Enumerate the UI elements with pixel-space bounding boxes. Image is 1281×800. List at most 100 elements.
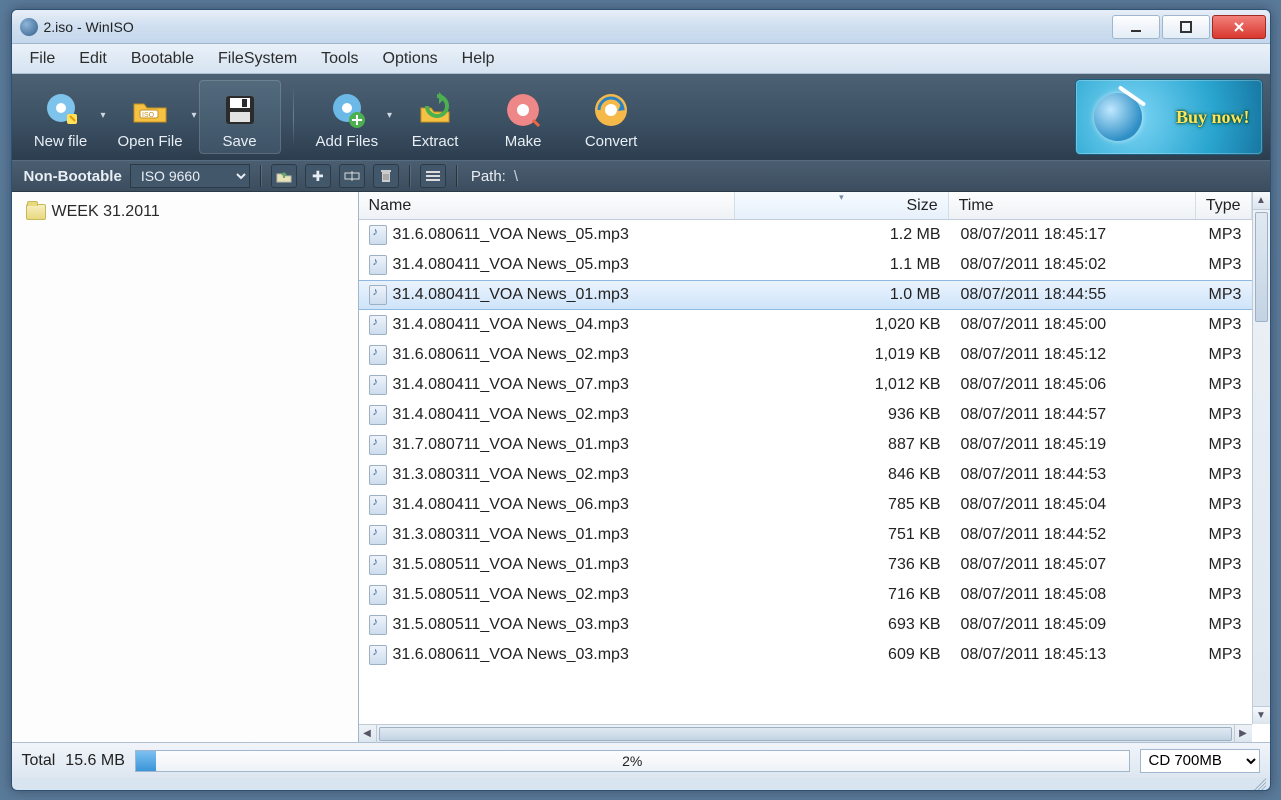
folder-tree[interactable]: WEEK 31.2011	[12, 192, 359, 742]
file-time: 08/07/2011 18:45:13	[951, 646, 1199, 664]
progress-text: 2%	[136, 751, 1129, 771]
dropdown-icon[interactable]: ▾	[100, 110, 105, 121]
file-size: 846 KB	[737, 466, 951, 484]
col-header-type[interactable]: Type	[1196, 192, 1252, 219]
total-value: 15.6 MB	[65, 752, 125, 770]
scroll-left-icon[interactable]: ◀	[359, 725, 377, 743]
table-row[interactable]: 31.4.080411_VOA News_06.mp3785 KB08/07/2…	[359, 490, 1252, 520]
scroll-up-icon[interactable]: ▲	[1253, 192, 1270, 210]
table-row[interactable]: 31.3.080311_VOA News_01.mp3751 KB08/07/2…	[359, 520, 1252, 550]
col-header-time[interactable]: Time	[949, 192, 1196, 219]
medium-select[interactable]: CD 700MB	[1140, 749, 1260, 773]
buy-now-button[interactable]: Buy now!	[1076, 80, 1262, 154]
scroll-thumb[interactable]	[1255, 212, 1268, 322]
extract-label: Extract	[412, 133, 459, 150]
table-row[interactable]: 31.3.080311_VOA News_02.mp3846 KB08/07/2…	[359, 460, 1252, 490]
statusbar: Total 15.6 MB 2% CD 700MB	[12, 742, 1270, 778]
view-mode-button[interactable]	[420, 164, 446, 188]
rename-button[interactable]	[339, 164, 365, 188]
table-row[interactable]: 31.5.080511_VOA News_01.mp3736 KB08/07/2…	[359, 550, 1252, 580]
titlebar[interactable]: 2.iso - WinISO	[12, 10, 1270, 44]
table-row[interactable]: 31.6.080611_VOA News_02.mp31,019 KB08/07…	[359, 340, 1252, 370]
file-size: 1,020 KB	[737, 316, 951, 334]
file-type: MP3	[1199, 466, 1252, 484]
save-button[interactable]: Save	[199, 80, 281, 154]
new-file-button[interactable]: New file ▾	[20, 80, 102, 154]
sort-desc-icon: ▾	[839, 192, 844, 203]
col-header-size[interactable]: ▾ Size	[735, 192, 948, 219]
add-button[interactable]: ✚	[305, 164, 331, 188]
mp3-icon	[369, 255, 387, 275]
minimize-button[interactable]	[1112, 15, 1160, 39]
file-time: 08/07/2011 18:45:17	[951, 226, 1199, 244]
menu-tools[interactable]: Tools	[309, 46, 370, 72]
file-size: 1.0 MB	[737, 286, 951, 304]
tree-root-item[interactable]: WEEK 31.2011	[22, 200, 348, 224]
scroll-right-icon[interactable]: ▶	[1234, 725, 1252, 743]
file-type: MP3	[1199, 226, 1252, 244]
file-type: MP3	[1199, 526, 1252, 544]
table-row[interactable]: 31.7.080711_VOA News_01.mp3887 KB08/07/2…	[359, 430, 1252, 460]
file-type: MP3	[1199, 256, 1252, 274]
extract-button[interactable]: Extract	[394, 80, 476, 154]
menu-file[interactable]: File	[18, 46, 68, 72]
dropdown-icon[interactable]: ▾	[387, 110, 392, 121]
delete-button[interactable]	[373, 164, 399, 188]
divider	[409, 165, 410, 187]
mp3-icon	[369, 405, 387, 425]
file-name: 31.4.080411_VOA News_02.mp3	[393, 406, 629, 424]
add-files-button[interactable]: Add Files ▾	[306, 80, 389, 154]
file-name: 31.5.080511_VOA News_03.mp3	[393, 616, 629, 634]
file-size: 1.1 MB	[737, 256, 951, 274]
convert-button[interactable]: Convert	[570, 80, 652, 154]
table-row[interactable]: 31.6.080611_VOA News_03.mp3609 KB08/07/2…	[359, 640, 1252, 670]
col-header-name[interactable]: Name	[359, 192, 736, 219]
mp3-icon	[369, 615, 387, 635]
mp3-icon	[369, 525, 387, 545]
maximize-button[interactable]	[1162, 15, 1210, 39]
file-time: 08/07/2011 18:44:55	[951, 286, 1199, 304]
file-name: 31.6.080611_VOA News_03.mp3	[393, 646, 629, 664]
menu-filesystem[interactable]: FileSystem	[206, 46, 309, 72]
close-button[interactable]	[1212, 15, 1266, 39]
table-row[interactable]: 31.4.080411_VOA News_01.mp31.0 MB08/07/2…	[359, 280, 1252, 310]
resize-grip[interactable]	[12, 778, 1270, 790]
mp3-icon	[369, 555, 387, 575]
open-file-button[interactable]: ISO Open File ▾	[108, 80, 193, 154]
table-row[interactable]: 31.4.080411_VOA News_07.mp31,012 KB08/07…	[359, 370, 1252, 400]
mp3-icon	[369, 495, 387, 515]
make-button[interactable]: Make	[482, 80, 564, 154]
table-row[interactable]: 31.5.080511_VOA News_02.mp3716 KB08/07/2…	[359, 580, 1252, 610]
file-size: 936 KB	[737, 406, 951, 424]
new-file-icon	[40, 89, 82, 131]
table-row[interactable]: 31.4.080411_VOA News_02.mp3936 KB08/07/2…	[359, 400, 1252, 430]
table-row[interactable]: 31.5.080511_VOA News_03.mp3693 KB08/07/2…	[359, 610, 1252, 640]
window-controls	[1112, 15, 1266, 39]
table-row[interactable]: 31.6.080611_VOA News_05.mp31.2 MB08/07/2…	[359, 220, 1252, 250]
menu-options[interactable]: Options	[371, 46, 450, 72]
table-row[interactable]: 31.4.080411_VOA News_05.mp31.1 MB08/07/2…	[359, 250, 1252, 280]
column-headers: Name ▾ Size Time Type	[359, 192, 1270, 220]
menu-bootable[interactable]: Bootable	[119, 46, 206, 72]
file-time: 08/07/2011 18:45:19	[951, 436, 1199, 454]
convert-label: Convert	[585, 133, 638, 150]
hscroll-thumb[interactable]	[379, 727, 1232, 741]
horizontal-scrollbar[interactable]: ◀ ▶	[359, 724, 1252, 742]
file-size: 716 KB	[737, 586, 951, 604]
file-time: 08/07/2011 18:45:09	[951, 616, 1199, 634]
file-name: 31.3.080311_VOA News_02.mp3	[393, 466, 629, 484]
menu-help[interactable]: Help	[450, 46, 507, 72]
make-label: Make	[505, 133, 542, 150]
mp3-icon	[369, 225, 387, 245]
file-type: MP3	[1199, 346, 1252, 364]
scroll-down-icon[interactable]: ▼	[1253, 706, 1270, 724]
dropdown-icon[interactable]: ▾	[192, 110, 197, 121]
vertical-scrollbar[interactable]: ▲ ▼	[1252, 192, 1270, 724]
filesystem-select[interactable]: ISO 9660	[130, 164, 250, 188]
menu-edit[interactable]: Edit	[67, 46, 119, 72]
file-type: MP3	[1199, 316, 1252, 334]
file-size: 887 KB	[737, 436, 951, 454]
table-row[interactable]: 31.4.080411_VOA News_04.mp31,020 KB08/07…	[359, 310, 1252, 340]
file-type: MP3	[1199, 616, 1252, 634]
up-folder-button[interactable]	[271, 164, 297, 188]
